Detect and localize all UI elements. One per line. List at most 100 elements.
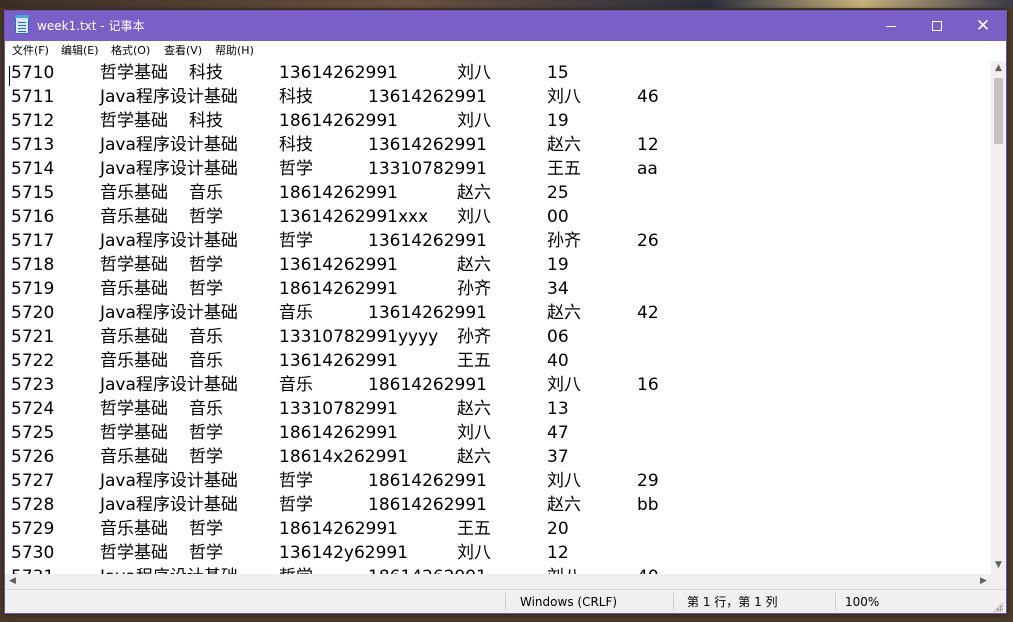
- text-field: 13614262991: [279, 63, 398, 83]
- maximize-icon: [932, 21, 942, 31]
- menu-bar: 文件(F) 编辑(E) 格式(O) 查看(V) 帮助(H): [5, 41, 1006, 61]
- text-field: 00: [547, 207, 569, 227]
- text-field: 5712: [11, 111, 55, 131]
- text-field: 哲学基础: [100, 255, 168, 275]
- text-line: 5730 哲学基础 哲学 136142y62991 刘八 12: [5, 541, 991, 565]
- text-field: 音乐: [189, 399, 223, 419]
- vertical-scrollbar[interactable]: ▲ ▼: [991, 61, 1006, 574]
- menu-view[interactable]: 查看(V): [164, 44, 202, 58]
- horizontal-scrollbar[interactable]: ◀ ▶: [5, 574, 991, 589]
- text-field: 科技: [189, 111, 223, 131]
- menu-file[interactable]: 文件(F): [12, 44, 49, 58]
- text-field: 孙齐: [457, 327, 491, 347]
- menu-edit[interactable]: 编辑(E): [61, 44, 99, 58]
- text-field: 刘八: [457, 543, 491, 563]
- text-field: 哲学: [189, 255, 223, 275]
- text-field: 18614262991: [368, 375, 487, 395]
- chevron-right-icon[interactable]: ▶: [976, 574, 991, 589]
- text-field: 40: [637, 565, 659, 574]
- text-line: 5714 Java程序设计基础 哲学 13310782991 王五 aa: [5, 157, 991, 181]
- notepad-icon[interactable]: [15, 15, 29, 34]
- text-field: 12: [637, 135, 659, 155]
- text-field: 哲学基础: [100, 423, 168, 443]
- text-field: 刘八: [547, 375, 581, 395]
- text-field: 音乐: [189, 351, 223, 371]
- text-field: 5731: [11, 565, 54, 574]
- text-line: 5724 哲学基础 音乐 13310782991 赵六 13: [5, 397, 991, 421]
- text-field: 赵六: [547, 495, 581, 515]
- text-field: 13310782991: [368, 159, 487, 179]
- title-bar[interactable]: week1.txt - 记事本 ✕: [5, 11, 1006, 41]
- text-field: Java程序设计基础: [100, 495, 238, 515]
- chevron-down-icon[interactable]: ▼: [991, 558, 1006, 573]
- text-field: 王五: [457, 351, 491, 371]
- text-editor[interactable]: 5710 哲学基础 科技 13614262991 刘八 15 5711 Java程序设计基础科…: [5, 61, 991, 574]
- text-field: 哲学: [189, 543, 223, 563]
- text-field: 哲学: [189, 447, 223, 467]
- text-field: 音乐基础: [100, 327, 168, 347]
- text-field: 音乐: [189, 183, 223, 203]
- text-field: 赵六: [457, 183, 491, 203]
- text-field: 哲学基础: [100, 543, 168, 563]
- status-zoom: 100%: [845, 595, 880, 609]
- text-field: bb: [637, 495, 659, 515]
- scrollbar-corner: [991, 574, 1006, 589]
- chevron-up-icon[interactable]: ▲: [991, 61, 1006, 76]
- text-field: 5730: [11, 543, 55, 563]
- text-line: 5711 Java程序设计基础 科技 13614262991 刘八 46: [5, 85, 991, 109]
- text-field: 16: [637, 375, 659, 395]
- vertical-scroll-thumb[interactable]: [994, 78, 1003, 144]
- text-line: 5718 哲学基础 哲学 13614262991 赵六 19: [5, 253, 991, 277]
- text-line: 5716 音乐基础 哲学 13614262991xxx 刘八 00: [5, 205, 991, 229]
- menu-format[interactable]: 格式(O): [111, 44, 150, 58]
- text-field: 5715: [11, 183, 55, 203]
- text-field: aa: [637, 159, 658, 179]
- text-line: 5717 Java程序设计基础 哲学 13614262991 孙齐 26: [5, 229, 991, 253]
- text-field: 20: [547, 519, 569, 539]
- close-button[interactable]: ✕: [960, 11, 1006, 41]
- text-field: 王五: [547, 159, 581, 179]
- text-field: 刘八: [457, 63, 491, 83]
- text-field: Java程序设计基础: [100, 231, 238, 251]
- text-field: 音乐基础: [100, 447, 168, 467]
- text-field: 13614262991: [368, 303, 487, 323]
- resize-grip-icon[interactable]: [993, 602, 1003, 612]
- text-field: 5714: [11, 159, 55, 179]
- text-field: 18614x262991: [279, 447, 409, 467]
- status-divider: [505, 593, 506, 611]
- text-line: 5727 Java程序设计基础 哲学 18614262991 刘八 29: [5, 469, 991, 493]
- text-field: 18614262991: [279, 423, 398, 443]
- text-field: Java程序设计基础: [100, 303, 238, 323]
- desktop-background: [0, 0, 1013, 8]
- chevron-left-icon[interactable]: ◀: [5, 574, 20, 589]
- text-field: 哲学: [279, 565, 313, 574]
- status-divider: [835, 593, 836, 611]
- minimize-icon: [886, 25, 896, 27]
- text-line: 5710 哲学基础 科技 13614262991 刘八 15: [5, 61, 991, 85]
- minimize-button[interactable]: [868, 11, 914, 41]
- text-field: 13614262991: [279, 351, 398, 371]
- text-field: 29: [637, 471, 659, 491]
- text-field: 06: [547, 327, 569, 347]
- text-field: 音乐: [189, 327, 223, 347]
- text-field: 音乐基础: [100, 519, 168, 539]
- text-field: 13614262991: [368, 231, 487, 251]
- text-field: 46: [637, 87, 659, 107]
- text-field: 18614262991: [368, 565, 487, 574]
- text-field: 37: [547, 447, 569, 467]
- text-field: Java程序设计基础: [100, 87, 238, 107]
- text-field: Java程序设计基础: [100, 135, 238, 155]
- text-line: 5721 音乐基础 音乐 13310782991yyyy 孙齐 06: [5, 325, 991, 349]
- text-field: 音乐: [279, 375, 313, 395]
- text-field: 科技: [279, 87, 313, 107]
- text-field: 18614262991: [279, 111, 398, 131]
- maximize-button[interactable]: [914, 11, 960, 41]
- text-field: 40: [547, 351, 569, 371]
- menu-help[interactable]: 帮助(H): [215, 44, 254, 58]
- text-field: 哲学基础: [100, 111, 168, 131]
- text-line: 5725 哲学基础 哲学 18614262991 刘八 47: [5, 421, 991, 445]
- text-line: 5715 音乐基础 音乐 18614262991 赵六 25: [5, 181, 991, 205]
- text-field: 哲学: [189, 207, 223, 227]
- text-line: 5712 哲学基础 科技 18614262991 刘八 19: [5, 109, 991, 133]
- text-field: 5721: [11, 327, 55, 347]
